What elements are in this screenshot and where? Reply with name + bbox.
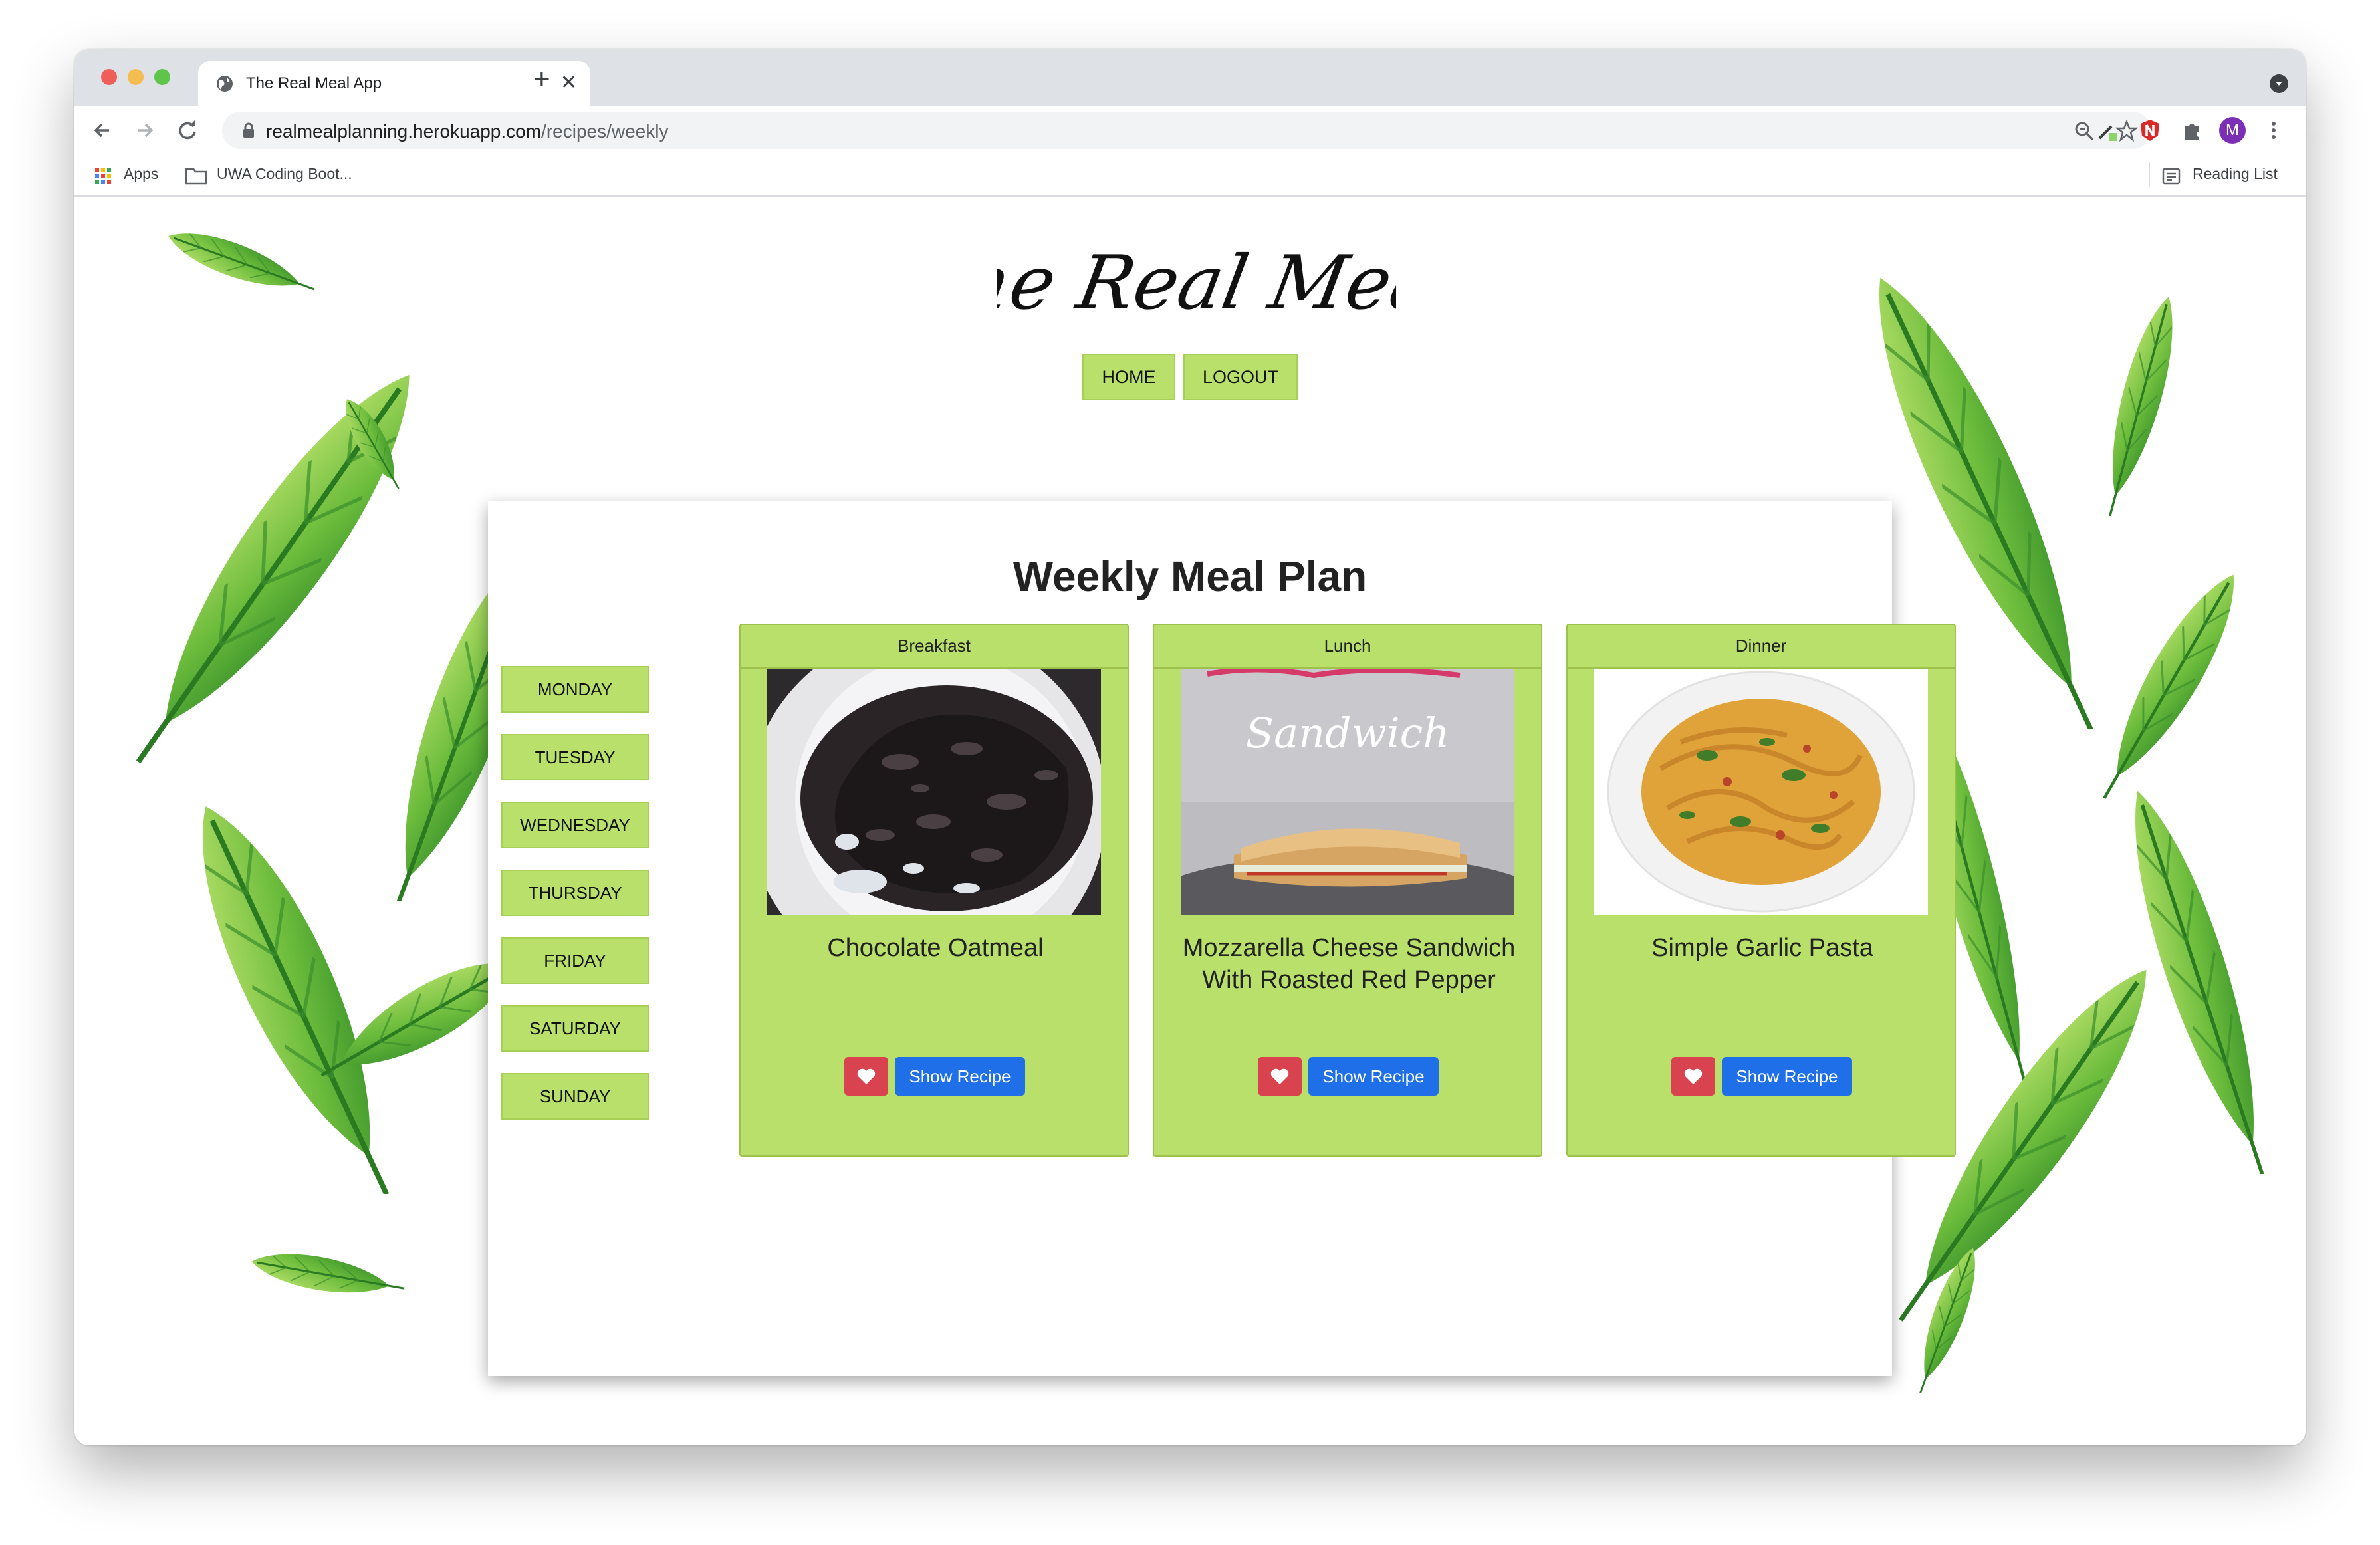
card-header: Breakfast [741, 625, 1128, 669]
leaf-decoration [2069, 277, 2215, 516]
puzzle-icon[interactable] [2181, 118, 2204, 142]
recipe-image-mozzarella-sandwich: Sandwich [1181, 669, 1514, 915]
apps-grid-icon [95, 168, 111, 184]
minimize-window-button[interactable] [128, 69, 144, 85]
globe-icon [217, 76, 233, 92]
card-header: Lunch [1154, 625, 1541, 669]
bookmark-apps[interactable]: Apps [124, 165, 158, 183]
favorite-button[interactable] [844, 1057, 888, 1096]
reload-icon[interactable] [173, 116, 202, 145]
back-icon[interactable] [88, 116, 117, 145]
forward-icon[interactable] [130, 116, 160, 145]
day-button-saturday[interactable]: SATURDAY [501, 1005, 649, 1052]
recipe-title: Mozzarella Cheese Sandwich With Roasted … [1182, 934, 1516, 994]
day-button-monday[interactable]: MONDAY [501, 666, 649, 713]
show-recipe-button[interactable]: Show Recipe [895, 1057, 1025, 1096]
extension-icon[interactable] [2138, 118, 2162, 142]
meal-card-dinner: Dinner Simple Garlic Pasta Show Recipe [1566, 624, 1956, 1157]
day-button-thursday[interactable]: THURSDAY [501, 870, 649, 916]
day-button-wednesday[interactable]: WEDNESDAY [501, 802, 649, 848]
browser-window: The Real Meal App ✕ + realmealplanning.h… [74, 49, 2306, 1445]
favorite-button[interactable] [1671, 1057, 1715, 1096]
bookmark-folder[interactable]: UWA Coding Boot... [217, 165, 352, 183]
close-window-button[interactable] [101, 69, 117, 85]
weekly-plan-panel: Weekly Meal Plan MONDAY TUESDAY WEDNESDA… [488, 501, 1956, 1376]
heart-icon [1270, 1068, 1289, 1084]
zoom-icon[interactable] [2073, 120, 2095, 142]
recipe-image-chocolate-oatmeal [767, 669, 1101, 915]
leaf-decoration [234, 1221, 407, 1327]
zoom-window-button[interactable] [154, 69, 170, 85]
bookmarks-bar: Apps UWA Coding Boot... Reading List [74, 154, 2306, 197]
page-title: Weekly Meal Plan [1012, 552, 1368, 600]
address-bar[interactable]: realmealplanning.herokuapp.com/recipes/w… [222, 112, 2151, 149]
favorite-button[interactable] [1258, 1057, 1302, 1096]
lock-icon [243, 122, 254, 138]
heart-icon [857, 1068, 876, 1084]
page-content: The Real Meal HOME LOGOUT Weekly Meal Pl… [74, 197, 2306, 1445]
day-button-friday[interactable]: FRIDAY [501, 937, 649, 984]
plus-icon[interactable]: + [533, 60, 550, 100]
leaf-decoration [1883, 1234, 2016, 1393]
svg-text:The Real Meal: The Real Meal [997, 239, 1396, 326]
close-icon[interactable]: ✕ [560, 70, 577, 96]
tab-strip: The Real Meal App ✕ + [74, 49, 2306, 106]
day-button-tuesday[interactable]: TUESDAY [501, 734, 649, 780]
url-text: realmealplanning.herokuapp.com/recipes/w… [266, 121, 669, 142]
divider [2149, 162, 2150, 187]
reading-list-button[interactable]: Reading List [2193, 165, 2278, 183]
avatar[interactable]: M [2219, 117, 2246, 144]
show-recipe-button[interactable]: Show Recipe [1308, 1057, 1439, 1096]
meal-card-breakfast: Breakfast Chocolate Oatmeal Show Recipe [739, 624, 1129, 1157]
card-header: Dinner [1568, 625, 1955, 669]
eyedropper-extension-icon[interactable] [2095, 118, 2119, 142]
meal-card-lunch: Lunch Sandwich Mozzarella Cheese Sandwic… [1153, 624, 1542, 1157]
svg-text:Sandwich: Sandwich [1246, 709, 1450, 757]
folder-icon [185, 168, 207, 185]
recipe-title: Chocolate Oatmeal [827, 934, 1044, 962]
browser-tab[interactable]: The Real Meal App ✕ [198, 61, 590, 106]
home-button[interactable]: HOME [1082, 354, 1175, 400]
logout-button[interactable]: LOGOUT [1183, 354, 1298, 400]
leaf-decoration [154, 210, 314, 310]
day-button-sunday[interactable]: SUNDAY [501, 1073, 649, 1120]
show-recipe-button[interactable]: Show Recipe [1722, 1057, 1852, 1096]
recipe-title: Simple Garlic Pasta [1651, 934, 1873, 962]
menu-icon[interactable] [2262, 118, 2286, 142]
tab-title: The Real Meal App [246, 74, 382, 92]
site-logo: The Real Meal [997, 239, 1396, 326]
reading-list-icon [2162, 168, 2181, 185]
tab-search-icon[interactable] [2270, 74, 2288, 93]
leaf-decoration [334, 391, 412, 489]
browser-toolbar: realmealplanning.herokuapp.com/recipes/w… [74, 106, 2306, 154]
recipe-image-garlic-pasta [1594, 669, 1928, 915]
heart-icon [1684, 1068, 1703, 1084]
